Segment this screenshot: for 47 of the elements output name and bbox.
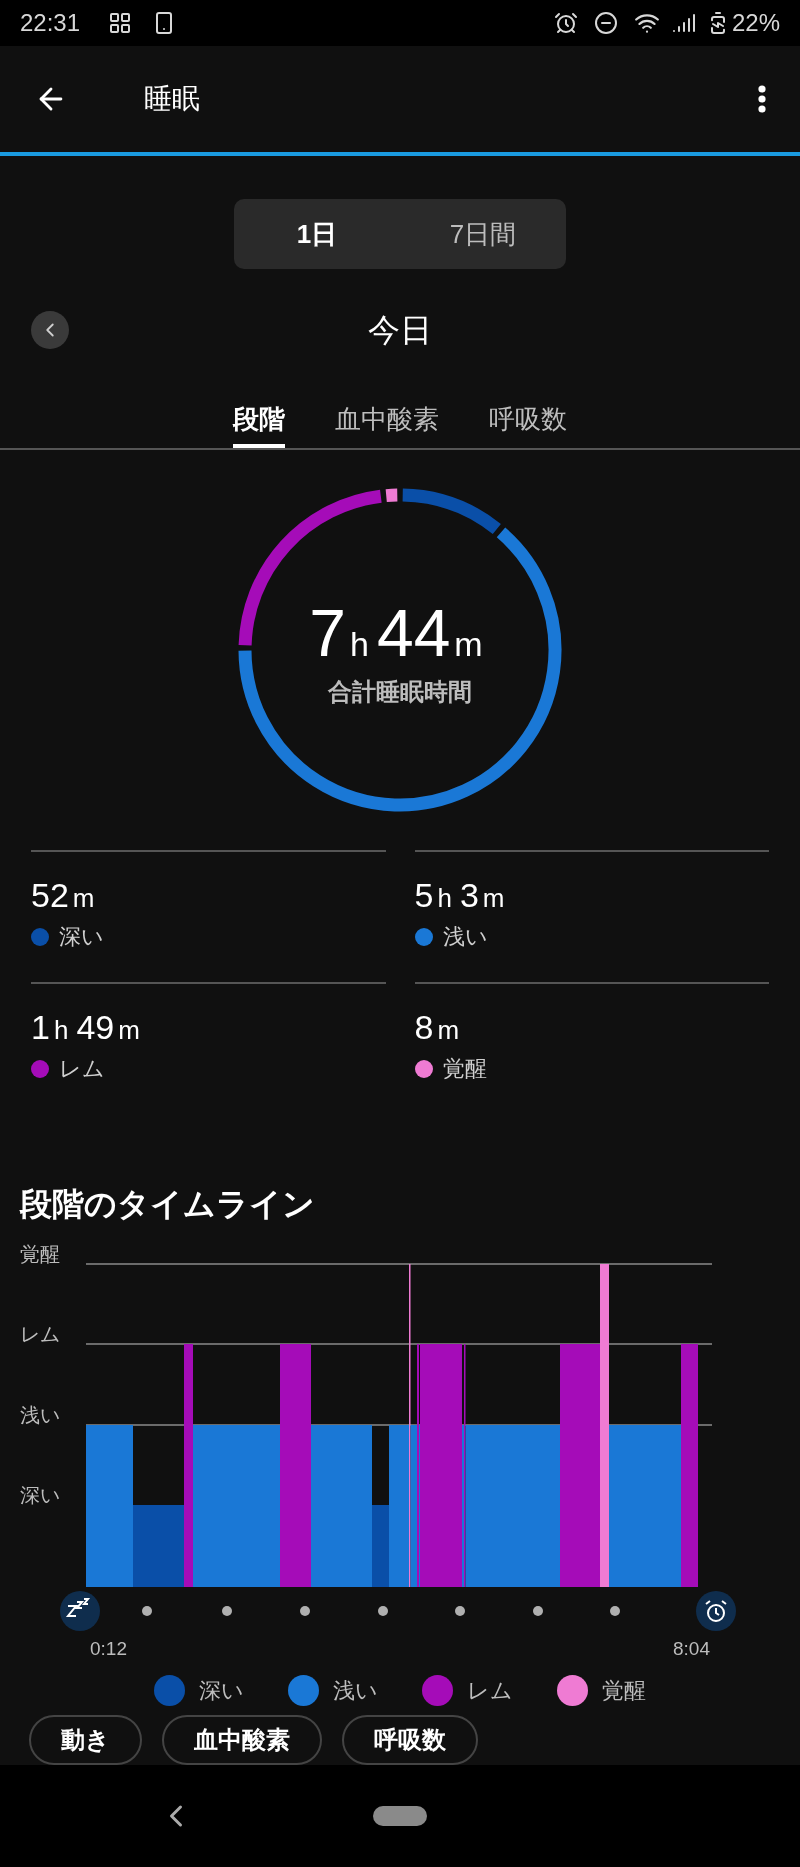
home-pill[interactable] [373,1805,427,1826]
date-label: 今日 [368,311,432,350]
stage-label: 深い [59,923,104,951]
stage-tab[interactable]: 呼吸数 [489,394,567,448]
end-time: 8:04 [673,1637,710,1661]
status-time: 22:31 [20,8,81,38]
app-grid-icon [108,11,133,35]
alarm-clock-icon [696,1591,736,1631]
legend-label: 覚醒 [602,1676,646,1705]
sleep-start-icon [60,1591,100,1631]
hour-dot [533,1606,543,1616]
stage-label: レム [59,1055,105,1083]
stage-duration: 5 h 3 m [414,878,506,912]
hour-dot [300,1606,310,1616]
signal-icon [671,11,696,35]
period-tab[interactable]: 7日間 [400,199,566,269]
start-time: 0:12 [90,1637,127,1661]
timeline-heading: 段階のタイムライン [20,1186,315,1222]
stage-tab[interactable]: 段階 [233,394,285,448]
period-tab[interactable]: 1日 [234,199,400,269]
hour-dot [222,1606,232,1616]
stage-duration: 1 h 49 m [31,1010,141,1044]
stage-duration: 8 m [414,1010,461,1044]
hour-dot [142,1606,152,1616]
legend-label: 浅い [333,1676,378,1705]
hour-dot [455,1606,465,1616]
stage-tab[interactable]: 血中酸素 [335,394,439,448]
stage-label: 覚醒 [442,1055,487,1083]
alarm-icon [553,11,578,35]
screen-title: 睡眠 [144,82,200,116]
menu-icon [758,85,766,113]
hour-dot [378,1606,388,1616]
stage-duration: 52 m [31,878,96,912]
total-sleep-caption: 合計睡眠時間 [328,677,472,707]
stage-label: 浅い [442,923,488,951]
stage-axis-label: レム [20,1324,60,1344]
hour-dot [610,1606,620,1616]
battery-percent: 22% [731,8,780,38]
stage-axis-label: 浅い [20,1405,60,1425]
total-sleep-duration: 7 h 44 m [309,600,484,666]
legend-label: レム [467,1676,513,1705]
do-not-disturb-icon [593,11,618,35]
previous-day-button[interactable] [31,311,69,349]
more-menu-button[interactable] [758,85,766,113]
stage-axis-label: 覚醒 [20,1244,60,1264]
legend-label: 深い [199,1676,244,1705]
stage-axis-label: 深い [20,1485,60,1505]
